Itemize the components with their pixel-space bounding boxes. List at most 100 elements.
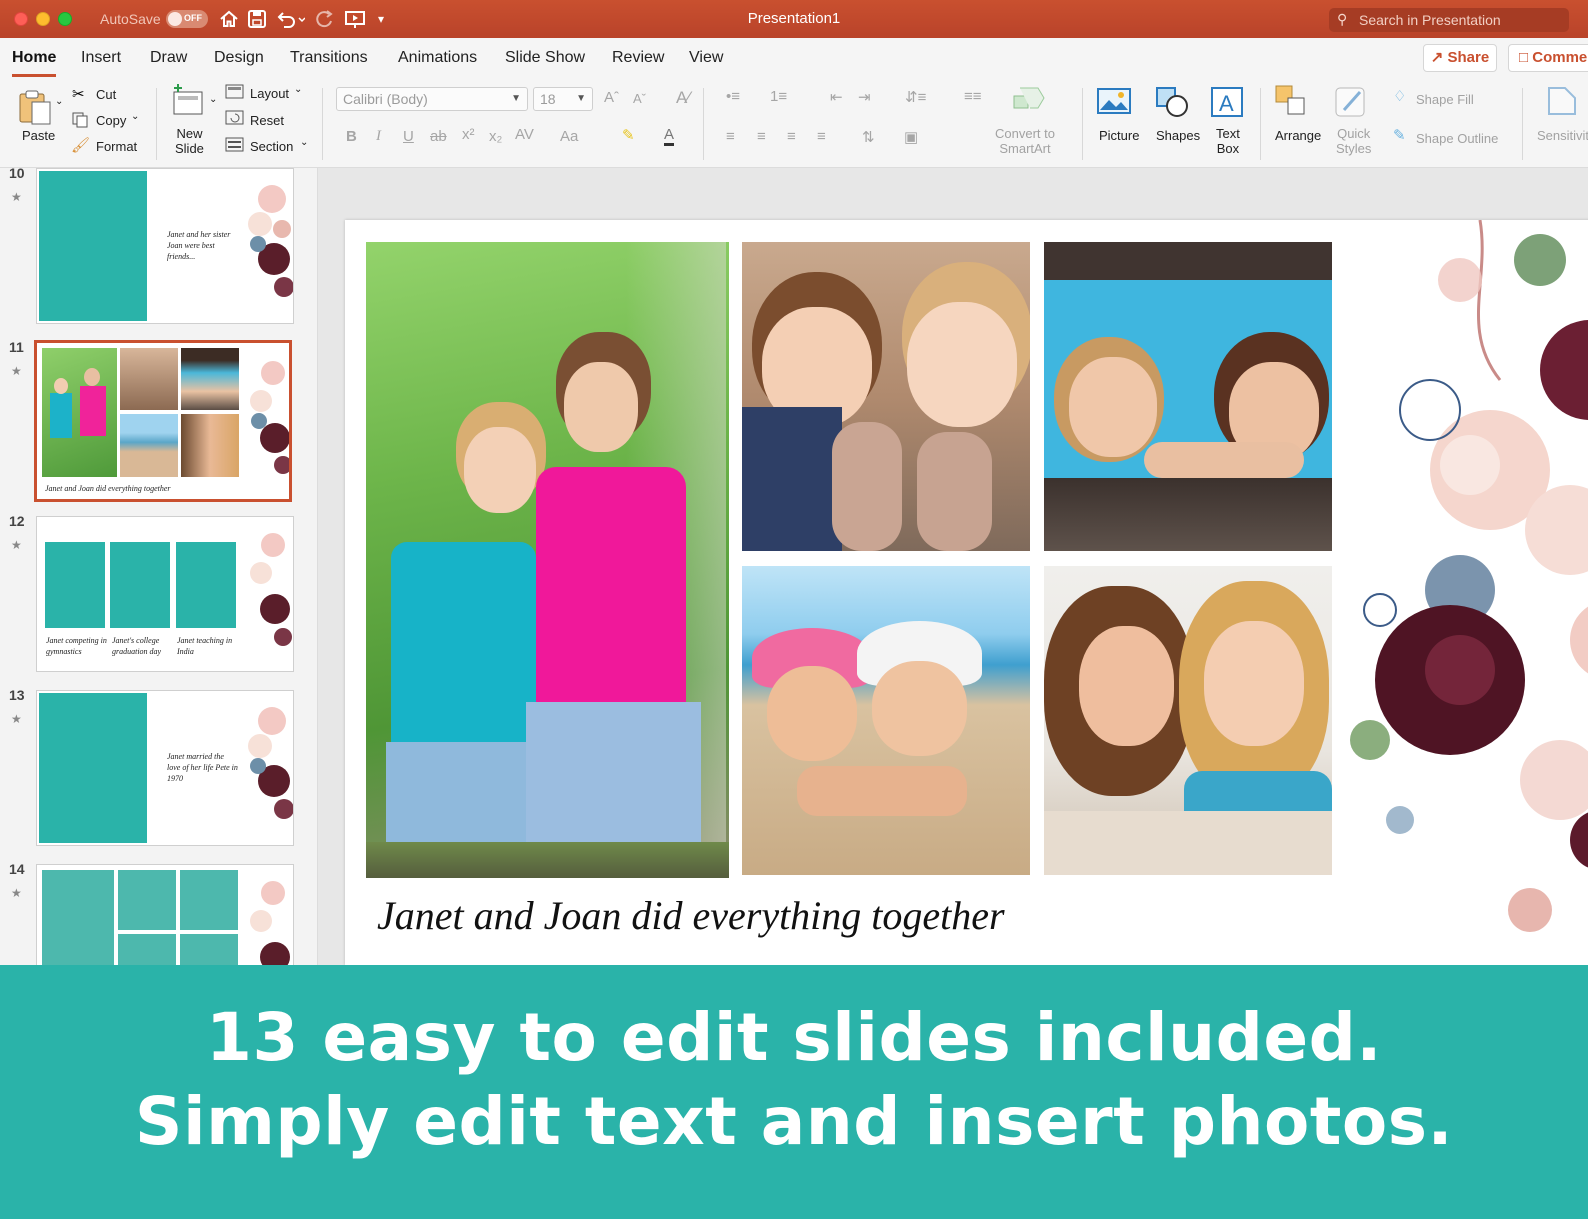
section-button[interactable]: Section xyxy=(250,139,293,154)
smartart-icon[interactable] xyxy=(1012,84,1046,117)
cut-button[interactable]: Cut xyxy=(96,87,116,102)
share-label: Share xyxy=(1447,49,1490,66)
slide-thumbnails-pane[interactable]: 10 ★ Janet and her sister Joan were best… xyxy=(0,165,318,974)
close-window-button[interactable] xyxy=(14,12,28,26)
tab-view[interactable]: View xyxy=(689,49,723,67)
sensitivity-icon[interactable] xyxy=(1545,84,1579,123)
customize-toolbar-icon[interactable]: ▾ xyxy=(378,8,384,30)
picture-label[interactable]: Picture xyxy=(1099,128,1139,143)
arrange-label[interactable]: Arrange xyxy=(1275,128,1321,143)
redo-icon[interactable] xyxy=(314,8,336,35)
numbering-icon[interactable]: 1≡ xyxy=(770,88,787,105)
slide-thumbnail-11[interactable]: Janet and Joan did everything together xyxy=(34,340,292,502)
comments-button[interactable]: □ Comme xyxy=(1508,44,1588,72)
align-text-icon[interactable]: ▣ xyxy=(904,128,918,146)
home-icon[interactable] xyxy=(218,8,240,35)
bold-icon[interactable]: B xyxy=(346,128,357,145)
format-painter-button[interactable]: Format xyxy=(96,139,137,154)
present-icon[interactable] xyxy=(344,8,366,35)
character-spacing-icon[interactable]: AV xyxy=(515,126,534,143)
thumbnail-caption: Janet and her sister Joan were best frie… xyxy=(167,230,231,261)
copy-button[interactable]: Copy xyxy=(96,113,126,128)
tab-draw[interactable]: Draw xyxy=(150,49,187,67)
autosave-toggle[interactable]: OFF xyxy=(166,10,208,28)
layout-dropdown-icon[interactable]: ⌄ xyxy=(294,84,302,95)
bullets-icon[interactable]: •≡ xyxy=(726,88,740,105)
shapes-icon[interactable] xyxy=(1155,86,1191,123)
search-input[interactable] xyxy=(1359,10,1559,30)
shape-outline-button[interactable]: Shape Outline xyxy=(1416,131,1498,146)
quick-styles-label[interactable]: Quick Styles xyxy=(1336,126,1371,156)
paste-label[interactable]: Paste xyxy=(22,128,55,143)
paste-icon[interactable] xyxy=(16,86,56,131)
section-icon xyxy=(225,136,245,159)
tab-transitions[interactable]: Transitions xyxy=(290,49,368,67)
picture-icon[interactable] xyxy=(1097,86,1131,121)
slide-thumbnail-14[interactable] xyxy=(36,864,294,974)
arrange-icon[interactable] xyxy=(1274,84,1310,125)
new-slide-dropdown-icon[interactable]: ⌄ xyxy=(209,94,217,105)
strikethrough-icon[interactable]: ab xyxy=(430,128,447,145)
change-case-icon[interactable]: Aa xyxy=(560,128,578,145)
reset-button[interactable]: Reset xyxy=(250,113,284,128)
shapes-label[interactable]: Shapes xyxy=(1156,128,1200,143)
minimize-window-button[interactable] xyxy=(36,12,50,26)
new-slide-label[interactable]: New Slide xyxy=(175,126,204,156)
layout-button[interactable]: Layout xyxy=(250,86,289,101)
highlight-icon[interactable]: ✎ xyxy=(622,126,635,144)
save-icon[interactable] xyxy=(247,8,267,35)
increase-font-size-icon[interactable]: Aˆ xyxy=(604,89,619,106)
thumbnail-photo xyxy=(181,348,239,410)
font-name-select[interactable]: Calibri (Body) ▼ xyxy=(336,87,528,111)
tab-design[interactable]: Design xyxy=(214,49,264,67)
tab-home[interactable]: Home xyxy=(12,49,56,67)
text-direction-icon[interactable]: ⇅ xyxy=(862,128,875,146)
text-box-icon[interactable]: A xyxy=(1210,86,1244,123)
section-dropdown-icon[interactable]: ⌄ xyxy=(300,137,308,148)
undo-icon[interactable] xyxy=(275,8,306,35)
photo-placeholder xyxy=(45,542,105,628)
decrease-font-size-icon[interactable]: Aˇ xyxy=(633,91,646,106)
photo-girls-outdoors[interactable] xyxy=(366,242,729,878)
photo-playground[interactable] xyxy=(1044,242,1332,551)
sensitivity-label[interactable]: Sensitivit xyxy=(1537,128,1588,143)
font-color-icon[interactable]: A xyxy=(664,126,675,146)
maximize-window-button[interactable] xyxy=(58,12,72,26)
quick-styles-icon[interactable] xyxy=(1334,84,1370,125)
photo-teens[interactable] xyxy=(1044,566,1332,875)
photo-toddlers[interactable] xyxy=(742,242,1030,551)
slide-thumbnail-12[interactable]: Janet competing in gymnastics Janet's co… xyxy=(36,516,294,672)
tab-review[interactable]: Review xyxy=(612,49,664,67)
slide-thumbnail-13[interactable]: Janet married the love of her life Pete … xyxy=(36,690,294,846)
superscript-icon[interactable]: x² xyxy=(462,126,475,143)
shape-fill-button[interactable]: Shape Fill xyxy=(1416,92,1474,107)
underline-icon[interactable]: U xyxy=(403,128,414,145)
decrease-indent-icon[interactable]: ⇤ xyxy=(830,88,843,106)
slide-caption-text[interactable]: Janet and Joan did everything together xyxy=(377,892,1005,939)
tab-animations[interactable]: Animations xyxy=(398,49,477,67)
text-box-label[interactable]: Text Box xyxy=(1216,126,1240,156)
copy-dropdown-icon[interactable]: ⌄ xyxy=(131,111,139,122)
align-left-icon[interactable]: ≡ xyxy=(726,128,735,145)
align-center-icon[interactable]: ≡ xyxy=(757,128,766,145)
slide-thumbnail-10[interactable]: Janet and her sister Joan were best frie… xyxy=(36,168,294,324)
layout-icon xyxy=(225,83,245,106)
align-right-icon[interactable]: ≡ xyxy=(787,128,796,145)
tab-insert[interactable]: Insert xyxy=(81,49,121,67)
columns-icon[interactable]: ≡≡ xyxy=(964,88,982,105)
italic-icon[interactable]: I xyxy=(376,128,381,145)
current-slide[interactable]: Janet and Joan did everything together xyxy=(345,220,1588,965)
paste-dropdown-icon[interactable]: ⌄ xyxy=(55,96,63,107)
share-button[interactable]: ↗ Share xyxy=(1423,44,1497,72)
convert-smartart-label[interactable]: Convert to SmartArt xyxy=(995,126,1055,156)
photo-beach[interactable] xyxy=(742,566,1030,875)
tab-slide-show[interactable]: Slide Show xyxy=(505,49,585,67)
new-slide-icon[interactable] xyxy=(170,84,206,125)
clear-formatting-icon[interactable]: A⁄ xyxy=(676,88,690,108)
search-box[interactable]: ⚲ xyxy=(1329,8,1569,32)
font-size-select[interactable]: 18 ▼ xyxy=(533,87,593,111)
line-spacing-icon[interactable]: ⇵≡ xyxy=(905,88,926,106)
justify-icon[interactable]: ≡ xyxy=(817,128,826,145)
increase-indent-icon[interactable]: ⇥ xyxy=(858,88,871,106)
subscript-icon[interactable]: x₂ xyxy=(489,128,502,145)
